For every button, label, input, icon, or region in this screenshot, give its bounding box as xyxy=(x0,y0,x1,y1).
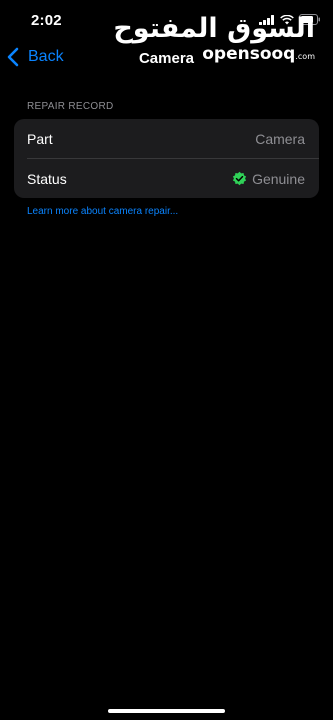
row-status: Status Genuine xyxy=(14,159,319,198)
row-value-part: Camera xyxy=(255,130,305,147)
status-time: 2:02 xyxy=(31,12,62,29)
watermark-arabic-text: السوق المفتوح xyxy=(113,13,315,44)
home-indicator[interactable] xyxy=(108,709,225,713)
row-label-part: Part xyxy=(27,130,53,147)
row-value-status-container: Genuine xyxy=(232,171,305,187)
repair-record-group: Part Camera Status Genuine xyxy=(14,119,319,198)
page-title: Camera xyxy=(138,50,195,67)
navigation-bar: Back Camera xyxy=(0,44,333,74)
check-seal-icon xyxy=(232,171,247,186)
row-value-status: Genuine xyxy=(252,170,305,187)
learn-more-link[interactable]: Learn more about camera repair... xyxy=(27,206,178,217)
row-part: Part Camera xyxy=(14,119,319,158)
section-header: REPAIR RECORD xyxy=(27,101,114,112)
row-label-status: Status xyxy=(27,170,67,187)
